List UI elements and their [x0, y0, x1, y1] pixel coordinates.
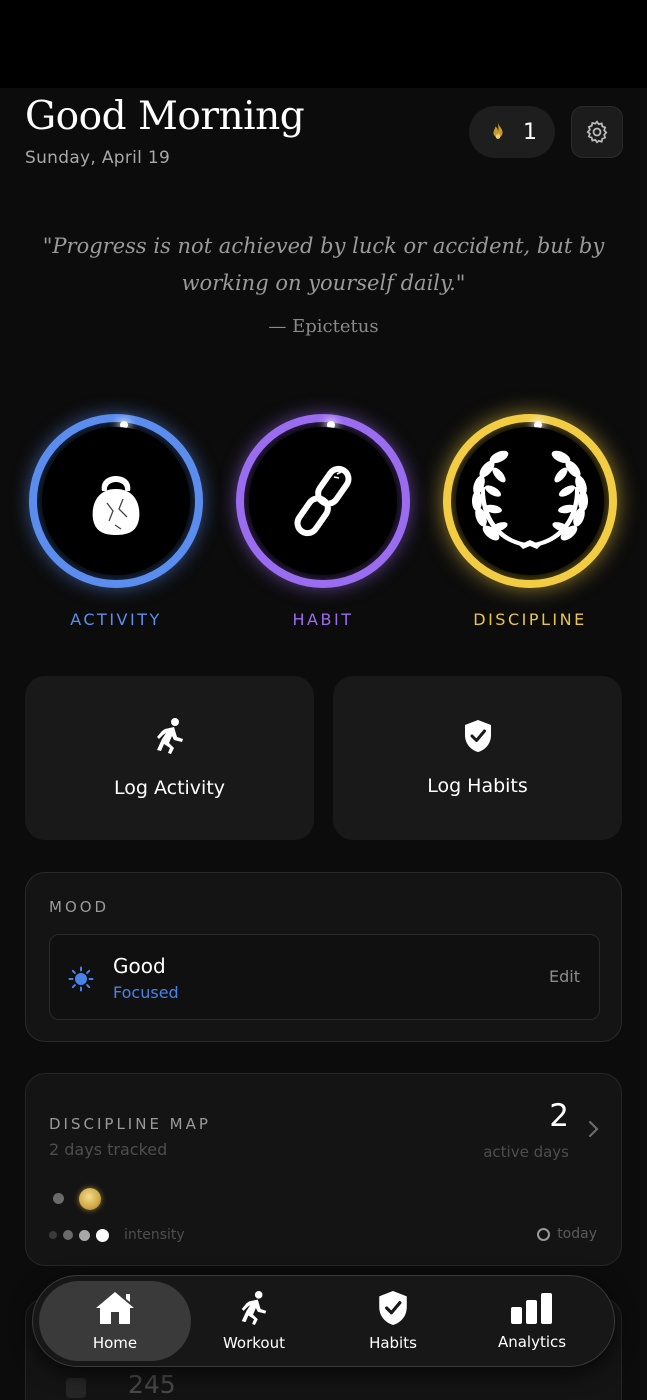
- map-day-cell: [53, 1193, 64, 1204]
- mood-entry[interactable]: Good Focused Edit: [49, 934, 600, 1020]
- ring-label-activity: ACTIVITY: [70, 610, 162, 629]
- chevron-right-icon: [588, 1120, 599, 1138]
- gear-icon: [586, 120, 608, 144]
- date-label: Sunday, April 19: [25, 148, 171, 168]
- quote-author: — Epictetus: [268, 316, 379, 337]
- today-label: today: [557, 1226, 597, 1242]
- discipline-map-title: DISCIPLINE MAP: [49, 1115, 211, 1133]
- active-days-label: active days: [483, 1143, 569, 1161]
- habit-ring[interactable]: [236, 414, 410, 588]
- laurel-wreath-icon: [472, 450, 588, 549]
- legend-dot: [49, 1231, 57, 1239]
- ring-label-discipline: DISCIPLINE: [473, 610, 587, 629]
- daily-quote: "Progress is not achieved by luck or acc…: [42, 234, 605, 295]
- tab-analytics[interactable]: Analytics: [456, 1281, 608, 1361]
- legend-dot: [79, 1229, 90, 1241]
- running-person-icon: [241, 1291, 267, 1325]
- settings-button[interactable]: [571, 106, 623, 158]
- mood-card: MOOD Good Focused Edit: [25, 872, 622, 1042]
- today-ring-icon: [537, 1227, 551, 1241]
- intensity-legend: intensity: [49, 1227, 185, 1243]
- mood-detail: Focused: [113, 983, 179, 1002]
- chain-link-icon: [294, 465, 352, 537]
- streak-badge[interactable]: 1: [469, 106, 555, 158]
- legend-dot: [96, 1228, 109, 1242]
- log-activity-label: Log Activity: [113, 777, 226, 799]
- sun-icon: [68, 966, 94, 992]
- discipline-map-subtitle: 2 days tracked: [49, 1140, 168, 1159]
- active-days-count: 2: [549, 1098, 569, 1134]
- shield-check-icon: [464, 720, 491, 752]
- shield-check-icon: [379, 1291, 407, 1325]
- tab-workout-label: Workout: [222, 1334, 285, 1352]
- tab-habits-label: Habits: [369, 1334, 417, 1352]
- tab-home-label: Home: [92, 1334, 138, 1352]
- streak-count: 1: [523, 119, 537, 145]
- log-habits-button[interactable]: Log Habits: [333, 676, 622, 840]
- bar-chart-icon: [511, 1293, 552, 1324]
- running-person-icon: [156, 718, 183, 754]
- legend-dot: [63, 1230, 73, 1240]
- kettlebell-icon: [92, 476, 140, 535]
- log-habits-label: Log Habits: [427, 775, 528, 797]
- flame-icon: [493, 122, 503, 139]
- partial-card-icon: [66, 1378, 86, 1398]
- bottom-tab-bar: Home Workout Habits Analytics: [32, 1275, 615, 1367]
- mood-state: Good: [113, 954, 166, 978]
- activity-ring[interactable]: [29, 414, 203, 588]
- log-activity-button[interactable]: Log Activity: [25, 676, 314, 840]
- tab-analytics-label: Analytics: [497, 1333, 567, 1351]
- partial-card-value: 245: [128, 1370, 176, 1399]
- mood-edit-button[interactable]: Edit: [549, 967, 580, 986]
- greeting-title: Good Morning: [25, 94, 305, 139]
- tab-workout[interactable]: Workout: [178, 1281, 330, 1361]
- today-legend: today: [537, 1226, 597, 1242]
- tab-home[interactable]: Home: [39, 1281, 191, 1361]
- ring-label-habit: HABIT: [292, 610, 354, 629]
- home-icon: [96, 1292, 134, 1324]
- discipline-map-card[interactable]: DISCIPLINE MAP 2 days tracked 2 active d…: [25, 1073, 622, 1266]
- mood-section-title: MOOD: [49, 898, 110, 916]
- map-day-cell-active: [79, 1188, 101, 1210]
- tab-habits[interactable]: Habits: [317, 1281, 469, 1361]
- discipline-ring[interactable]: [443, 414, 617, 588]
- status-bar: [0, 0, 647, 88]
- legend-label: intensity: [124, 1227, 185, 1243]
